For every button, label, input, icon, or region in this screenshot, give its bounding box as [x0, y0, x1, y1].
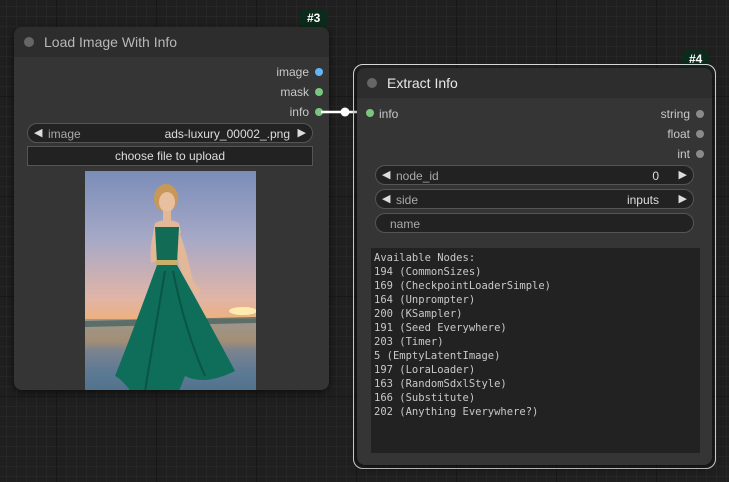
name-placeholder: name	[390, 217, 421, 231]
arrow-left-icon[interactable]: ◀	[382, 168, 390, 181]
output-socket-int[interactable]	[696, 150, 704, 158]
arrow-left-icon[interactable]: ◀	[382, 192, 390, 205]
output-label-string: string	[660, 107, 690, 121]
extract-info-node[interactable]: Extract Info info string float int ◀ nod…	[357, 68, 712, 465]
widget-label: side	[396, 193, 419, 207]
side-combo-widget[interactable]: ◀ side inputs ▶	[375, 189, 694, 209]
output-socket-float[interactable]	[696, 130, 704, 138]
output-socket-image[interactable]	[315, 68, 323, 76]
output-label-float: float	[667, 127, 690, 141]
output-label-int: int	[677, 147, 690, 161]
upload-button[interactable]: choose file to upload	[27, 146, 313, 166]
arrow-left-icon[interactable]: ◀	[34, 126, 42, 139]
output-label-image: image	[276, 65, 309, 79]
widget-label: node_id	[396, 169, 439, 183]
node-title: Load Image With Info	[44, 34, 178, 50]
widget-label: image	[48, 127, 81, 141]
input-socket-info[interactable]	[366, 109, 374, 117]
image-preview	[85, 171, 256, 390]
output-socket-string[interactable]	[696, 110, 704, 118]
node-id-number-widget[interactable]: ◀ node_id 0 ▶	[375, 165, 694, 185]
widget-value: inputs	[626, 193, 659, 207]
woman-figure-icon	[85, 184, 256, 390]
arrow-right-icon[interactable]: ▶	[298, 126, 306, 139]
output-label-mask: mask	[280, 85, 309, 99]
output-socket-mask[interactable]	[315, 88, 323, 96]
collapse-dot-icon[interactable]	[367, 78, 377, 88]
input-label-info: info	[379, 107, 399, 121]
widget-value: 0	[652, 169, 659, 183]
available-nodes-textarea[interactable]: Available Nodes: 194 (CommonSizes) 169 (…	[371, 248, 700, 453]
load-image-node[interactable]: Load Image With Info image mask info ◀ i…	[14, 27, 329, 390]
arrow-right-icon[interactable]: ▶	[679, 168, 687, 181]
node-header[interactable]: Load Image With Info	[14, 27, 329, 57]
output-label-info: info	[289, 105, 309, 119]
node-title: Extract Info	[387, 75, 458, 91]
arrow-right-icon[interactable]: ▶	[679, 192, 687, 205]
collapse-dot-icon[interactable]	[24, 37, 34, 47]
node-header[interactable]: Extract Info	[357, 68, 712, 98]
widget-value: ads-luxury_00002_.png	[164, 127, 290, 141]
name-text-widget[interactable]: name	[375, 213, 694, 233]
node-id-badge-3: #3	[300, 9, 328, 27]
image-combo-widget[interactable]: ◀ image ads-luxury_00002_.png ▶	[27, 123, 313, 143]
